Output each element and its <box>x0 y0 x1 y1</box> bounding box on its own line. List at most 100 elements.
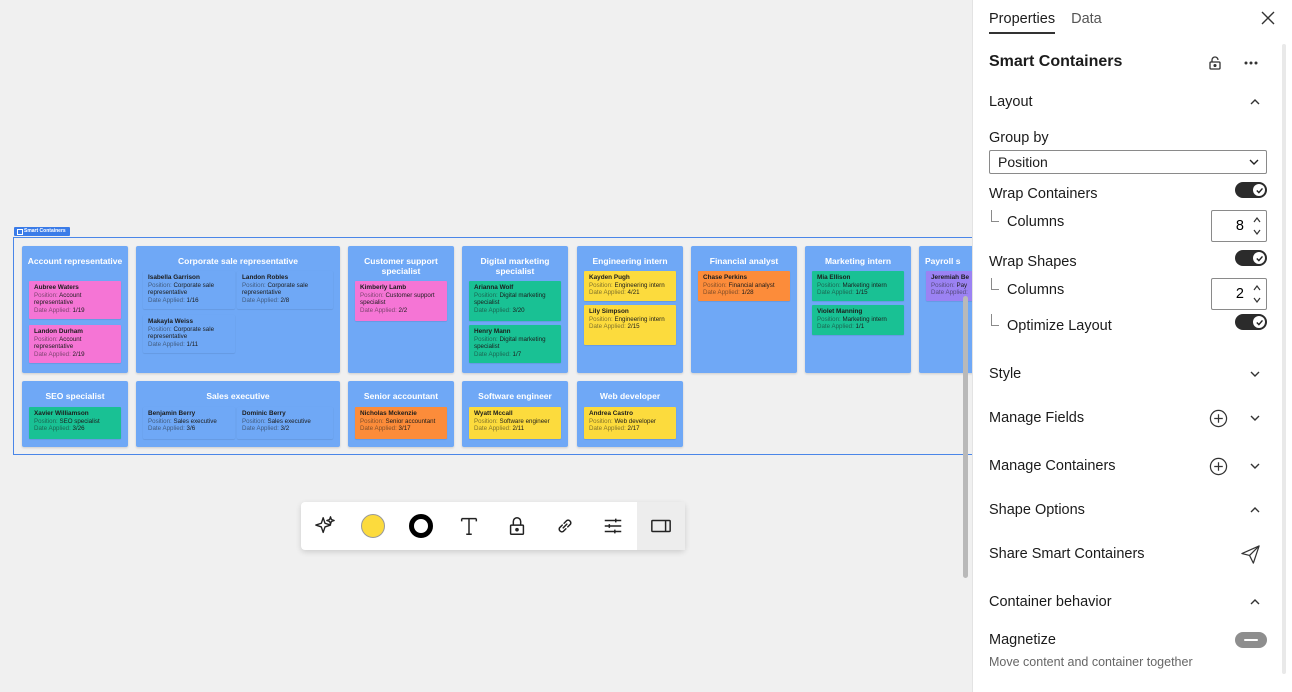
optimize-layout-label: Optimize Layout <box>1007 318 1112 334</box>
magnetize-toggle[interactable] <box>1235 632 1267 648</box>
chevron-down-icon[interactable] <box>1252 296 1262 304</box>
container-behavior-label[interactable]: Container behavior <box>989 594 1112 610</box>
container-title: Engineering intern <box>592 256 668 266</box>
applicant-card[interactable]: Makayla Weiss Position: Corporate sale re… <box>143 315 235 353</box>
applicant-card[interactable]: Lily Simpson Position: Engineering intern… <box>584 305 676 345</box>
panel-tabs: Properties Data <box>989 8 1102 34</box>
container-title: Digital marketing specialist <box>480 256 550 276</box>
applicant-card[interactable]: Andrea Castro Position: Web developer Date… <box>584 407 676 439</box>
border-color-button[interactable] <box>397 502 445 550</box>
group-by-select[interactable]: Position <box>989 150 1267 174</box>
applicant-card[interactable]: Nicholas Mckenzie Position: Senior accoun… <box>355 407 447 439</box>
applicant-card[interactable]: Landon Robles Position: Corporate sale re… <box>237 271 333 309</box>
shape-options-label[interactable]: Shape Options <box>989 502 1085 518</box>
applicant-card[interactable]: Wyatt Mccall Position: Software engineer D… <box>469 407 561 439</box>
settings-button[interactable] <box>589 502 637 550</box>
chevron-up-icon[interactable] <box>1252 284 1262 292</box>
optimize-layout-toggle[interactable] <box>1235 314 1267 330</box>
applicant-card[interactable]: Chase Perkins Position: Financial analyst… <box>698 271 790 301</box>
applicant-position: Position: Digital marketing specialist <box>474 335 546 351</box>
position-field-label: Position: <box>589 281 615 289</box>
smart-container[interactable]: Corporate sale representative Isabella Ga… <box>136 246 340 373</box>
date-field-label: Date Applied: <box>474 350 513 358</box>
containers-columns-stepper[interactable]: 8 <box>1211 210 1267 242</box>
chevron-down-icon[interactable] <box>1248 459 1262 473</box>
fill-color-swatch <box>361 514 385 538</box>
chevron-up-icon[interactable] <box>1248 503 1262 517</box>
applicant-card[interactable]: Violet Manning Position: Marketing intern… <box>812 305 904 335</box>
add-circle-icon[interactable] <box>1209 457 1228 476</box>
wrap-shapes-toggle[interactable] <box>1235 250 1267 266</box>
applicant-card[interactable]: Kimberly Lamb Position: Customer support … <box>355 281 447 321</box>
group-by-value: Position <box>998 154 1048 170</box>
smart-container[interactable]: SEO specialist Xavier Williamson Position:… <box>22 381 128 447</box>
applicant-date: Date Applied: 4/21 <box>589 289 640 297</box>
tab-data[interactable]: Data <box>1071 8 1102 34</box>
applicant-card[interactable]: Henry Mann Position: Digital marketing sp… <box>469 325 561 363</box>
smart-container[interactable]: Sales executive Benjamin Berry Position: S… <box>136 381 340 447</box>
smart-container[interactable]: Marketing intern Mia Ellison Position: Mar… <box>805 246 911 373</box>
tab-properties[interactable]: Properties <box>989 8 1056 34</box>
applicant-name: Isabella Garrison <box>148 274 200 281</box>
applicant-card[interactable]: Aubree Waters Position: Account represent… <box>29 281 121 319</box>
smart-container[interactable]: Software engineer Wyatt Mccall Position: S… <box>462 381 568 447</box>
shapes-columns-label: Columns <box>1007 282 1065 298</box>
style-section-label[interactable]: Style <box>989 366 1021 382</box>
canvas[interactable]: Smart Containers Account representative A… <box>0 0 972 692</box>
send-icon[interactable] <box>1240 544 1261 565</box>
chevron-up-icon[interactable] <box>1248 95 1262 109</box>
date-field-label: Date Applied: <box>34 306 73 314</box>
chevron-down-icon[interactable] <box>1248 367 1262 381</box>
fill-color-button[interactable] <box>349 502 397 550</box>
smart-container[interactable]: Account representative Aubree Waters Posit… <box>22 246 128 373</box>
date-field-label: Date Applied: <box>360 425 399 433</box>
applicant-date: Date Applied: 2/2 <box>360 306 408 314</box>
smart-container[interactable]: Financial analyst Chase Perkins Position: … <box>691 246 797 373</box>
applicant-card[interactable]: Mia Ellison Position: Marketing intern Dat… <box>812 271 904 301</box>
position-field-label: Position: <box>589 315 615 323</box>
unlock-icon[interactable] <box>1207 55 1223 71</box>
ai-sparkle-button[interactable] <box>301 502 349 550</box>
chevron-down-icon[interactable] <box>1252 228 1262 236</box>
text-button[interactable] <box>445 502 493 550</box>
layout-section-label: Layout <box>989 94 1033 110</box>
link-button[interactable] <box>541 502 589 550</box>
smart-containers-tag[interactable]: Smart Containers <box>14 227 70 236</box>
smart-container[interactable]: Customer support specialist Kimberly Lamb… <box>348 246 454 373</box>
applicant-card[interactable]: Kayden Pugh Position: Engineering intern D… <box>584 271 676 301</box>
wrap-shapes-label: Wrap Shapes <box>989 254 1077 270</box>
applicant-card[interactable]: Benjamin Berry Position: Sales executive D… <box>143 407 235 439</box>
position-field-label: Position: <box>148 325 174 333</box>
container-title: Web developer <box>599 391 661 401</box>
smart-container[interactable]: Engineering intern Kayden Pugh Position: E… <box>577 246 683 373</box>
applicant-card[interactable]: Dominic Berry Position: Sales executive Da… <box>237 407 333 439</box>
applicant-card[interactable]: Arianna Wolf Position: Digital marketing … <box>469 281 561 321</box>
panel-title: Smart Containers <box>989 53 1123 70</box>
lock-button[interactable] <box>493 502 541 550</box>
date-field-label: Date Applied: <box>589 289 628 297</box>
smart-container[interactable]: Digital marketing specialist Arianna Wolf… <box>462 246 568 373</box>
smart-container[interactable]: Senior accountant Nicholas Mckenzie Positi… <box>348 381 454 447</box>
share-smart-containers-label[interactable]: Share Smart Containers <box>989 546 1145 562</box>
chevron-up-icon[interactable] <box>1252 216 1262 224</box>
panel-scrollbar[interactable] <box>1282 44 1286 674</box>
applicant-name: Kayden Pugh <box>589 274 630 281</box>
toggle-panel-button[interactable] <box>637 502 685 550</box>
applicant-card[interactable]: Landon Durham Position: Account represent… <box>29 325 121 363</box>
more-options-icon[interactable] <box>1243 55 1259 71</box>
close-icon[interactable] <box>1260 10 1276 26</box>
applicant-card[interactable]: Isabella Garrison Position: Corporate sal… <box>143 271 235 309</box>
container-title: Financial analyst <box>709 256 779 266</box>
chevron-up-icon[interactable] <box>1248 595 1262 609</box>
smart-container[interactable]: Web developer Andrea Castro Position: Web … <box>577 381 683 447</box>
position-field-label: Position: <box>148 417 174 425</box>
applicant-card[interactable]: Xavier Williamson Position: SEO specialis… <box>29 407 121 439</box>
shapes-columns-stepper[interactable]: 2 <box>1211 278 1267 310</box>
manage-fields-label[interactable]: Manage Fields <box>989 410 1084 426</box>
add-circle-icon[interactable] <box>1209 409 1228 428</box>
chevron-down-icon[interactable] <box>1248 411 1262 425</box>
wrap-containers-toggle[interactable] <box>1235 182 1267 198</box>
manage-containers-label[interactable]: Manage Containers <box>989 458 1116 474</box>
containers-columns-value: 8 <box>1235 218 1244 234</box>
canvas-scrollbar[interactable] <box>963 296 968 578</box>
